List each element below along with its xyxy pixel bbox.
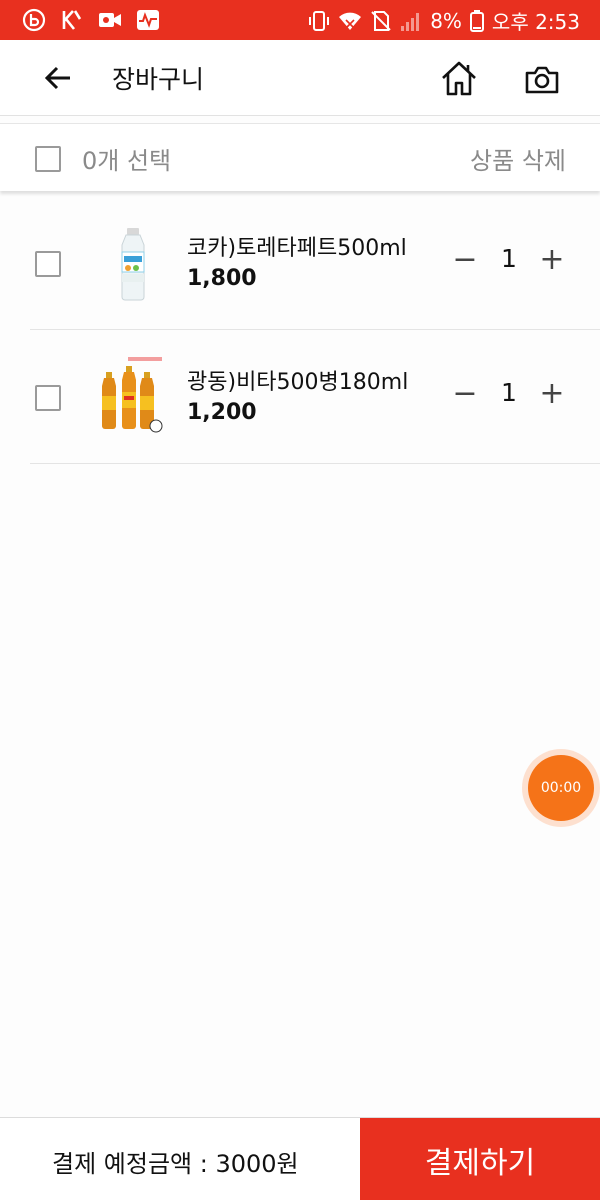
home-icon xyxy=(442,61,476,96)
status-left-icons xyxy=(22,8,160,32)
camera-icon xyxy=(525,66,559,94)
decrease-quantity-button[interactable]: − xyxy=(450,374,480,414)
camera-button[interactable] xyxy=(521,60,563,100)
increase-quantity-button[interactable]: + xyxy=(537,374,567,414)
decrease-quantity-button[interactable]: − xyxy=(450,240,480,280)
product-image-vita500 xyxy=(102,357,163,433)
arrow-left-icon xyxy=(44,66,70,90)
app-bar: 장바구니 xyxy=(0,40,600,116)
home-button[interactable] xyxy=(438,56,480,100)
checkout-button[interactable]: 결제하기 xyxy=(360,1118,600,1200)
no-sim-icon xyxy=(370,10,392,32)
back-button[interactable] xyxy=(36,58,80,98)
video-icon xyxy=(98,8,122,32)
increase-quantity-button[interactable]: + xyxy=(537,240,567,280)
page-title: 장바구니 xyxy=(112,65,205,94)
item-name: 광동)비타500병180ml xyxy=(187,370,409,395)
item-name: 코카)토레타페트500ml xyxy=(187,236,407,261)
quantity-value: 1 xyxy=(501,244,517,273)
timer-label: 00:00 xyxy=(528,755,594,821)
status-bar: 8% 오후 2:53 xyxy=(0,0,600,40)
product-image-toreta xyxy=(121,228,145,301)
battery-percent: 8% xyxy=(430,8,462,33)
bottom-bar: 결제 예정금액 : 3000원 결제하기 xyxy=(0,1117,600,1200)
floating-timer-button[interactable]: 00:00 xyxy=(522,749,600,827)
item-checkbox[interactable] xyxy=(35,251,61,277)
vibrate-icon xyxy=(308,10,330,32)
signal-icon xyxy=(400,10,422,32)
select-bar: 0개 선택 상품 삭제 xyxy=(0,123,600,191)
delete-items-button[interactable]: 상품 삭제 xyxy=(470,141,566,176)
item-checkbox[interactable] xyxy=(35,385,61,411)
b-app-icon xyxy=(22,8,46,32)
total-amount: 결제 예정금액 : 3000원 xyxy=(52,1150,299,1178)
cart-item: 광동)비타500병180ml 1,200 − 1 + xyxy=(30,330,600,464)
battery-icon xyxy=(469,9,484,32)
activity-icon xyxy=(136,8,160,32)
selected-count: 0개 선택 xyxy=(82,147,172,175)
item-price: 1,800 xyxy=(187,266,257,291)
status-time: 오후 2:53 xyxy=(491,10,580,34)
cart-item: 코카)토레타페트500ml 1,800 − 1 + xyxy=(30,196,600,330)
k-app-icon xyxy=(60,8,84,32)
item-price: 1,200 xyxy=(187,400,257,425)
status-right: 8% 오후 2:53 xyxy=(308,6,580,35)
select-all-checkbox[interactable] xyxy=(35,146,61,172)
quantity-value: 1 xyxy=(501,378,517,407)
wifi-icon xyxy=(338,10,362,32)
